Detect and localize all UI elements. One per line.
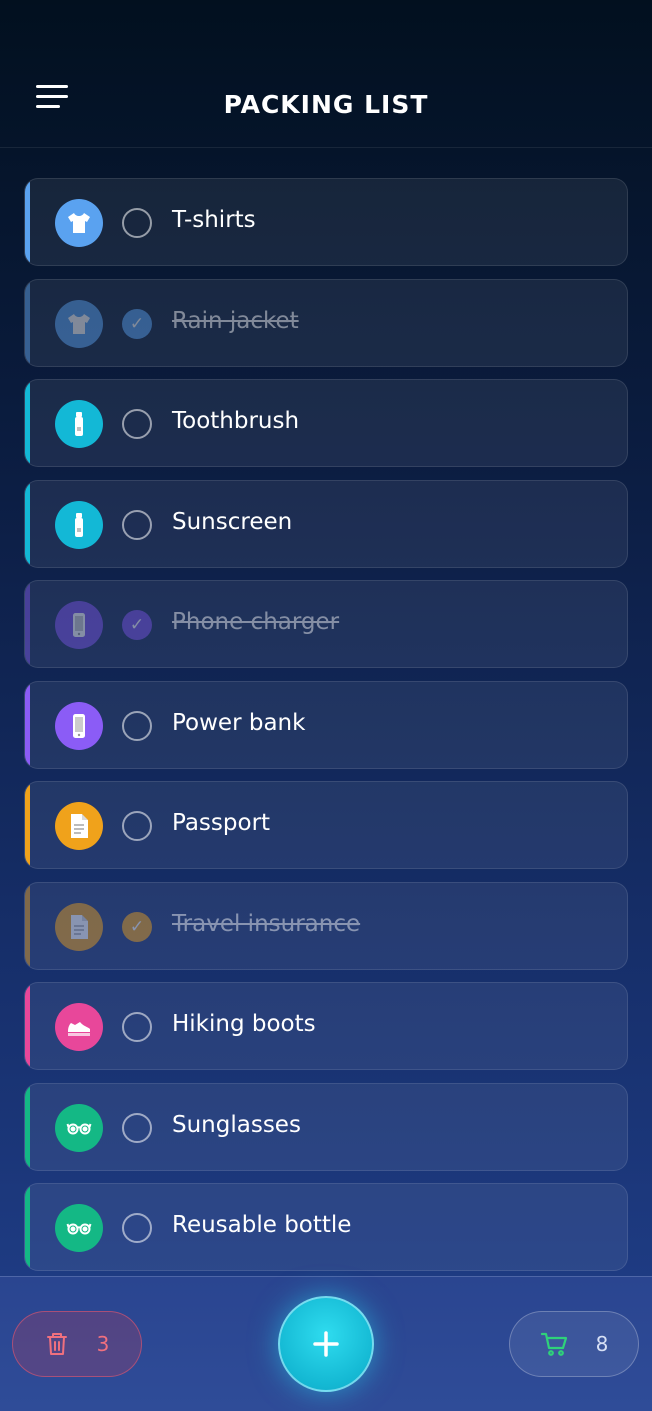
list-item[interactable]: Power bank [24,680,628,769]
list-item[interactable]: Toothbrush [24,379,628,467]
phone-icon [55,701,103,750]
item-checkbox[interactable]: ✓ [122,308,152,339]
item-label: Passport [172,810,271,836]
trash-count: 3 [96,1332,110,1356]
item-checkbox[interactable] [122,811,152,841]
cart-count: 8 [595,1332,609,1356]
plus-icon [313,1331,339,1357]
item-label: Phone charger [172,609,340,635]
item-accent-bar [25,1083,30,1170]
item-label: Power bank [172,709,306,736]
packing-list: T-shirts ✓ Rain jacket Toothbrush Sunscreen ✓… [24,178,628,1284]
item-accent-bar [25,279,30,366]
item-accent-bar [25,480,30,567]
item-checkbox[interactable] [122,509,152,540]
shoe-icon [55,1003,103,1051]
item-accent-bar [25,782,30,868]
document-icon [55,802,103,850]
item-checkbox[interactable] [122,1012,152,1042]
item-checkbox[interactable]: ✓ [122,610,152,640]
item-accent-bar [25,380,30,466]
item-label: Hiking boots [172,1011,316,1037]
item-checkbox[interactable] [122,409,152,439]
add-item-button[interactable] [278,1296,374,1392]
item-checkbox[interactable] [122,208,152,238]
item-accent-bar [25,882,30,969]
item-label: Reusable bottle [172,1212,352,1238]
item-checkbox[interactable] [122,1112,152,1143]
list-item[interactable]: Reusable bottle [24,1183,628,1271]
trash-icon [46,1333,67,1355]
list-item[interactable]: Sunglasses [24,1082,628,1171]
trash-button[interactable]: 3 [12,1311,142,1377]
glasses-icon [55,1204,103,1252]
item-checkbox[interactable]: ✓ [122,911,152,942]
tube-icon [55,500,103,549]
item-accent-bar [25,983,30,1069]
item-accent-bar [25,681,30,768]
item-label: Toothbrush [172,408,300,434]
item-accent-bar [25,179,30,265]
cart-icon [540,1332,567,1356]
tube-icon [55,400,103,448]
page-title: PACKING LIST [223,90,429,119]
list-item[interactable]: ✓ Rain jacket [24,278,628,367]
item-label: T-shirts [172,207,256,233]
item-label: Sunscreen [172,508,293,535]
list-item[interactable]: Sunscreen [24,479,628,568]
hamburger-icon [36,84,68,88]
item-label: Sunglasses [172,1111,301,1138]
list-item[interactable]: T-shirts [24,178,628,266]
item-accent-bar [25,581,30,667]
list-item[interactable]: Passport [24,781,628,869]
list-item[interactable]: ✓ Travel insurance [24,881,628,970]
item-label: Rain jacket [172,307,299,334]
app-header: PACKING LIST [0,0,652,148]
shirt-icon [55,199,103,247]
item-checkbox[interactable] [122,1213,152,1243]
phone-icon [55,601,103,649]
glasses-icon [55,1103,103,1152]
document-icon [55,902,103,951]
item-checkbox[interactable] [122,710,152,741]
list-item[interactable]: Hiking boots [24,982,628,1070]
list-item[interactable]: ✓ Phone charger [24,580,628,668]
item-label: Travel insurance [172,910,361,937]
item-accent-bar [25,1184,30,1270]
cart-button[interactable]: 8 [509,1311,639,1377]
shirt-icon [55,299,103,348]
